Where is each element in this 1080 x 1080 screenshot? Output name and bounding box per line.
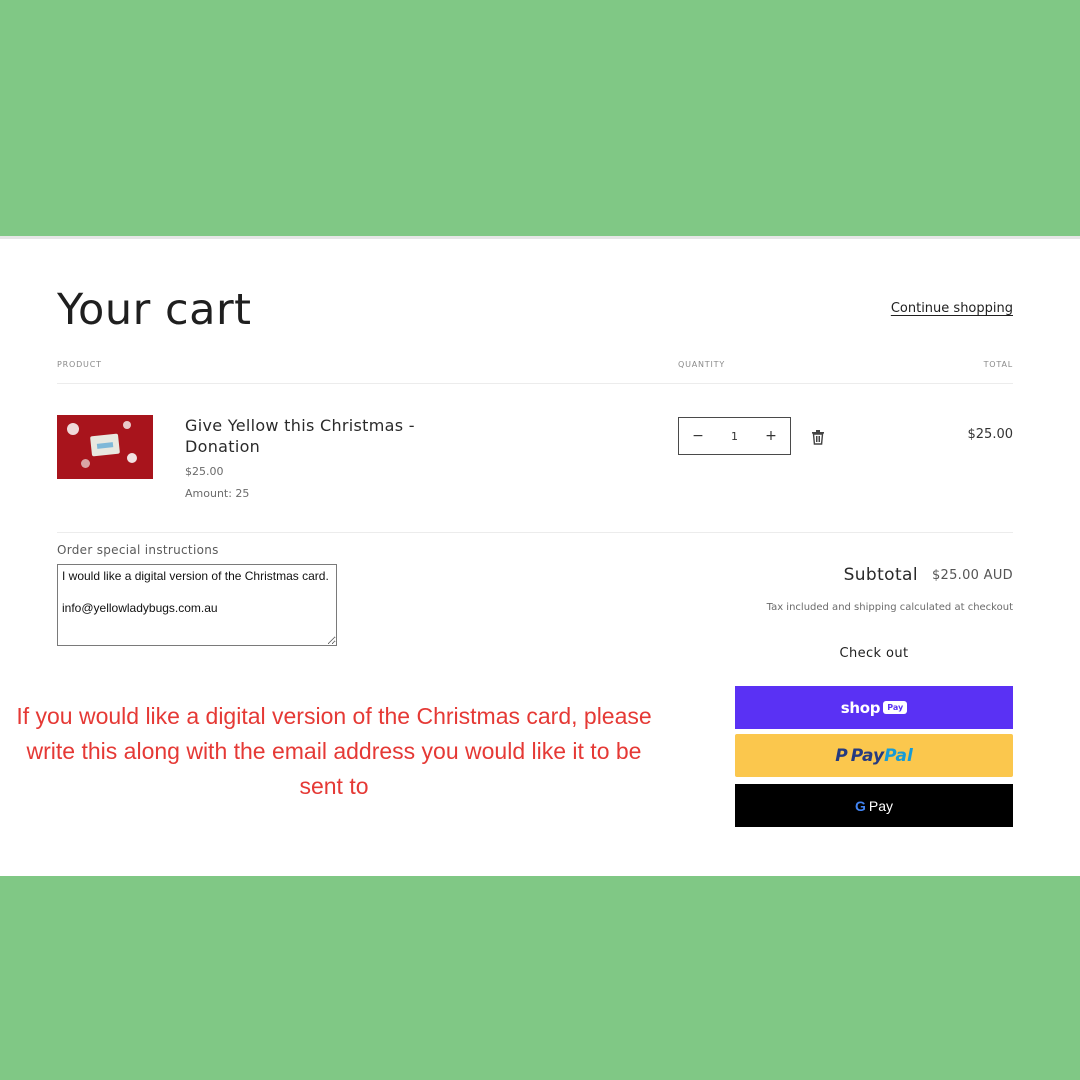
card-decoration [90, 433, 120, 457]
column-header-quantity: QUANTITY [678, 360, 726, 369]
continue-shopping-link[interactable]: Continue shopping [891, 301, 1013, 316]
instructions-textarea[interactable]: I would like a digital version of the Ch… [57, 564, 337, 646]
item-divider [57, 532, 1013, 533]
header-divider [57, 383, 1013, 384]
ornament-decoration [123, 421, 131, 429]
tax-note: Tax included and shipping calculated at … [766, 602, 1013, 613]
cart-panel: Your cart Continue shopping PRODUCT QUAN… [0, 236, 1080, 876]
checkout-button[interactable]: Check out [735, 635, 1013, 671]
column-header-product: PRODUCT [57, 360, 102, 369]
shop-pay-badge: Pay [883, 701, 908, 714]
subtotal-value: $25.00 AUD [931, 568, 1013, 583]
ornament-decoration [127, 453, 137, 463]
quantity-stepper: − 1 + [678, 417, 791, 455]
column-header-total: TOTAL [983, 360, 1013, 369]
subtotal-label: Subtotal [843, 565, 918, 585]
ornament-decoration [67, 423, 79, 435]
line-item-total: $25.00 [967, 427, 1014, 442]
product-option-amount: Amount: 25 [185, 487, 250, 500]
product-price: $25.00 [185, 465, 224, 478]
quantity-decrease-button[interactable]: − [691, 428, 705, 444]
product-thumbnail[interactable] [57, 415, 153, 479]
instructions-label: Order special instructions [57, 543, 219, 557]
paypal-logo-pal: Pal [884, 745, 913, 766]
google-pay-button[interactable]: G Pay [735, 784, 1013, 827]
shop-pay-logo-text: shop [840, 698, 881, 717]
paypal-icon: P [835, 745, 848, 766]
google-g-icon: G [854, 797, 866, 814]
digital-card-note: If you would like a digital version of t… [16, 703, 652, 799]
trash-icon[interactable] [811, 429, 825, 445]
paypal-logo-pay: Pay [850, 745, 885, 766]
ornament-decoration [81, 459, 90, 468]
page-title: Your cart [57, 285, 252, 335]
quantity-input[interactable]: 1 [731, 430, 738, 443]
paypal-button[interactable]: P Pay Pal [735, 734, 1013, 777]
quantity-increase-button[interactable]: + [764, 428, 778, 444]
shop-pay-button[interactable]: shop Pay [735, 686, 1013, 729]
google-pay-label: Pay [868, 797, 893, 814]
product-name-link[interactable]: Give Yellow this Christmas - Donation [185, 415, 425, 457]
